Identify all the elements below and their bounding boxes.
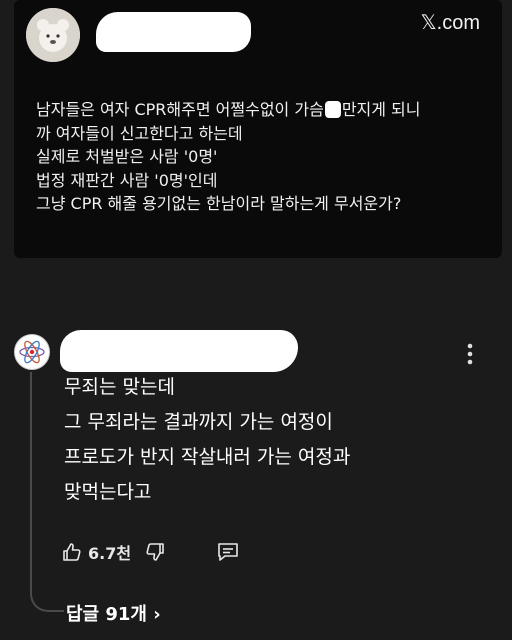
comment-line: 무죄는 맞는데 (64, 376, 175, 398)
view-replies-link[interactable]: 답글 91개 › (66, 600, 161, 626)
more-vertical-icon[interactable] (462, 340, 478, 368)
reply-comment-icon[interactable] (217, 542, 238, 562)
source-label[interactable]: 𝕏.com (421, 10, 480, 35)
post-line: 까 여자들이 신고한다고 하는데 (36, 123, 243, 143)
commenter-avatar[interactable] (14, 334, 50, 370)
comment-line: 맞먹는다고 (64, 481, 152, 503)
comment-text: 무죄는 맞는데 그 무죄라는 결과까지 가는 여정이 프로도가 반지 작살내러 … (64, 370, 504, 510)
thread-connector (30, 372, 64, 612)
comment: 무죄는 맞는데 그 무죄라는 결과까지 가는 여정이 프로도가 반지 작살내러 … (0, 300, 512, 640)
thumbs-up-icon[interactable] (62, 542, 82, 562)
redacted-commenter-name (60, 330, 298, 372)
thumbs-down-icon[interactable] (145, 542, 165, 562)
like-count: 6.7천 (88, 544, 132, 563)
comment-line: 그 무죄라는 결과까지 가는 여정이 (64, 411, 333, 433)
post-text: 남자들은 여자 CPR해주면 어쩔수없이 가슴 만지게 되니 까 여자들이 신고한… (36, 98, 494, 216)
comment-line: 프로도가 반지 작살내러 가는 여정과 (64, 446, 351, 468)
post-line: 그냥 CPR 해줄 용기없는 한남이라 말하는게 무서운가? (36, 194, 402, 213)
post-author-avatar[interactable] (26, 8, 80, 62)
quoted-post-card: 𝕏.com 남자들은 여자 CPR해주면 어쩔수없이 가슴 만지게 되니 까 여자… (14, 0, 502, 258)
comment-actions: 6.7천 (62, 538, 238, 566)
post-line: 법정 재판간 사람 '0명'인데 (36, 170, 218, 190)
post-line: 실제로 처벌받은 사람 '0명' (36, 147, 218, 166)
redacted-username (96, 12, 251, 52)
redaction-mark (324, 101, 341, 118)
post-line: 남자들은 여자 CPR해주면 어쩔수없이 가슴 만지게 되니 (36, 100, 421, 119)
